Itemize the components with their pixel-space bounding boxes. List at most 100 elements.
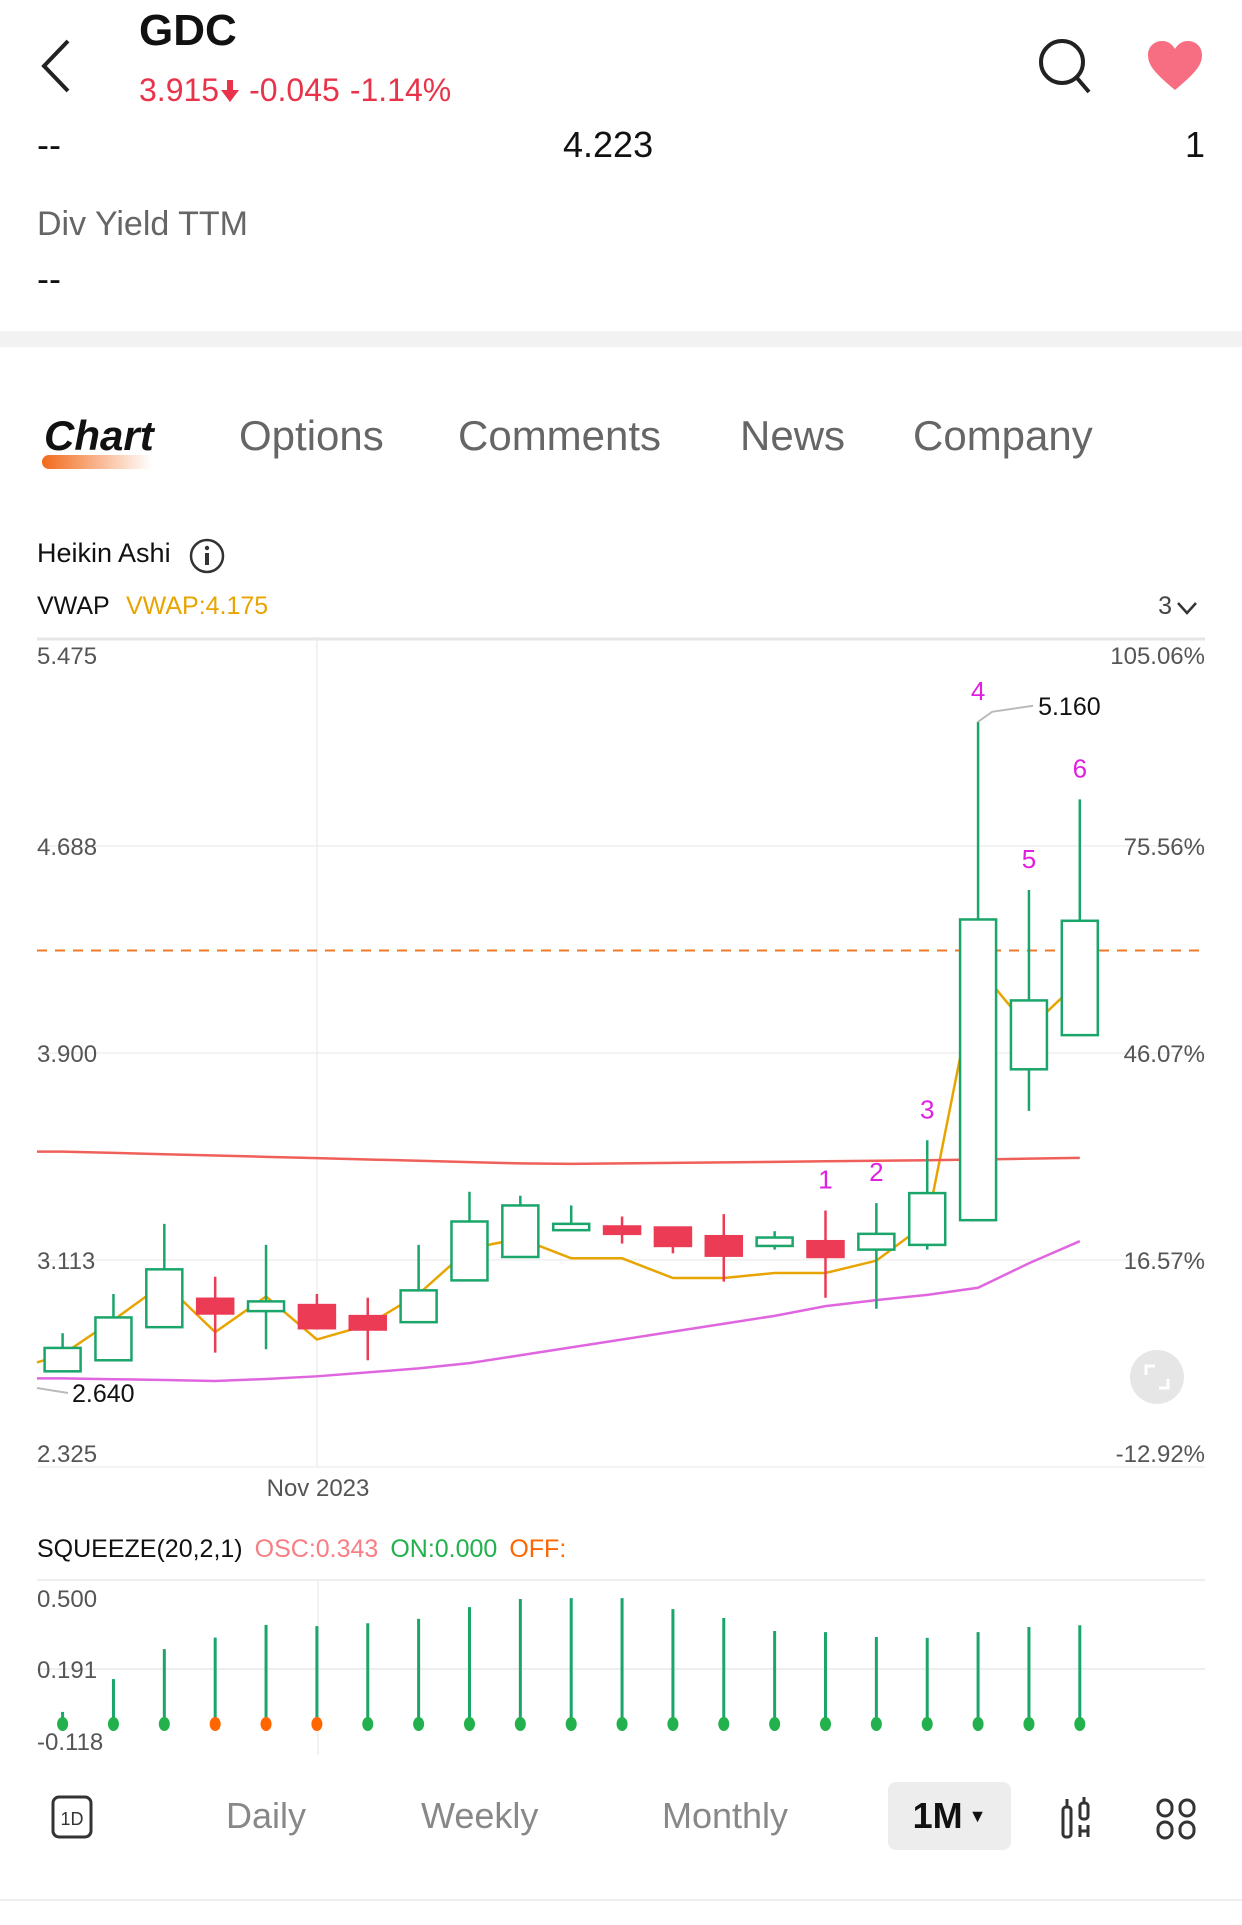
down-arrow-icon	[221, 79, 240, 102]
y-tick-label: 0.191	[37, 1657, 97, 1684]
candle-body	[551, 1222, 591, 1232]
tab-options[interactable]: Options	[239, 412, 384, 460]
candle-body	[94, 1316, 133, 1362]
caret-down-icon: ▼	[968, 1805, 987, 1826]
squeeze-dot	[718, 1717, 730, 1731]
squeeze-dot	[514, 1717, 526, 1731]
vwap-value: VWAP:4.175	[126, 592, 269, 620]
tab-comments[interactable]: Comments	[458, 412, 661, 460]
high-leader-line	[977, 704, 1034, 723]
candle-body	[195, 1297, 235, 1315]
signal-number-label: 2	[869, 1157, 883, 1187]
squeeze-chart[interactable]: 0.500 0.191 -0.118	[0, 1570, 1242, 1770]
moving-average-line	[37, 1150, 1080, 1166]
squeeze-title: SQUEEZE(20,2,1)	[37, 1535, 243, 1563]
squeeze-dot	[1074, 1717, 1086, 1731]
last-price: 3.915	[139, 72, 220, 108]
squeeze-dot	[158, 1717, 170, 1731]
ticker-symbol: GDC	[139, 6, 237, 55]
squeeze-bar	[1074, 1625, 1086, 1731]
signal-number-label: 6	[1073, 753, 1087, 783]
tab-chart[interactable]: Chart	[44, 412, 154, 460]
div-yield-label: Div Yield TTM	[37, 205, 248, 243]
candle-body	[704, 1234, 744, 1257]
candle	[450, 1191, 489, 1282]
candle	[653, 1226, 693, 1254]
squeeze-bar	[667, 1609, 679, 1731]
candle-body	[958, 918, 998, 1222]
low-leader-line	[36, 1387, 69, 1394]
price-chart[interactable]: 5.475 4.688 3.900 3.113 2.325 105.06% 75…	[0, 620, 1242, 1500]
squeeze-dot	[820, 1717, 831, 1731]
squeeze-bar	[972, 1632, 984, 1731]
grid-icon[interactable]	[1155, 1797, 1197, 1841]
svg-text:1D: 1D	[60, 1809, 83, 1829]
fullscreen-button[interactable]	[1130, 1350, 1184, 1404]
back-chevron-icon[interactable]	[36, 38, 76, 94]
squeeze-header[interactable]: SQUEEZE(20,2,1) OSC:0.343 ON:0.000 OFF:	[37, 1535, 566, 1564]
y-tick-label-right: 75.56%	[1124, 834, 1205, 861]
chevron-down-icon[interactable]	[1176, 600, 1198, 616]
tab-news[interactable]: News	[740, 412, 845, 460]
price-change-pct: -1.14%	[349, 72, 452, 108]
stat-left: --	[37, 124, 61, 165]
squeeze-bar	[565, 1598, 577, 1731]
x-tick-label: Nov 2023	[267, 1475, 370, 1500]
candle-body	[602, 1225, 642, 1236]
squeeze-dot	[972, 1717, 984, 1731]
signal-number-label: 1	[818, 1164, 832, 1194]
candle	[806, 1210, 845, 1298]
y-tick-label: 2.325	[37, 1441, 97, 1468]
candle	[501, 1195, 540, 1259]
squeeze-bar	[870, 1637, 882, 1731]
candle-body	[246, 1300, 286, 1313]
squeeze-osc: OSC:0.343	[254, 1535, 379, 1563]
squeeze-bar	[209, 1637, 221, 1731]
signal-number-label: 4	[971, 676, 985, 706]
stat-right: 1	[1184, 124, 1205, 165]
indicator-icon[interactable]	[1060, 1795, 1094, 1843]
y-tick-label: 3.900	[37, 1041, 97, 1068]
timeframe-dropdown[interactable]: 1M ▼	[888, 1782, 1011, 1850]
indicator-count[interactable]: 3	[1158, 592, 1172, 621]
y-tick-label-right: -12.92%	[1116, 1441, 1205, 1468]
candle	[755, 1231, 794, 1250]
candle	[1009, 890, 1049, 1111]
chart-type-label[interactable]: Heikin Ashi	[37, 538, 171, 569]
candle-body	[501, 1204, 540, 1259]
y-tick-label-right: 105.06%	[1110, 643, 1205, 670]
heart-icon[interactable]	[1146, 40, 1204, 92]
squeeze-on: ON:0.000	[390, 1535, 498, 1563]
signal-number-label: 5	[1022, 844, 1036, 874]
y-tick-label: 3.113	[37, 1248, 95, 1275]
candle	[297, 1294, 337, 1330]
candle	[145, 1223, 184, 1329]
candle-body	[907, 1191, 947, 1247]
indicator-name[interactable]: VWAP	[37, 592, 110, 621]
weekly-button[interactable]: Weekly	[421, 1795, 538, 1837]
monthly-button[interactable]: Monthly	[662, 1795, 788, 1837]
candle-body	[1009, 999, 1049, 1071]
squeeze-dot	[311, 1717, 323, 1731]
y-tick-label: 5.475	[37, 643, 97, 670]
candle	[348, 1297, 388, 1361]
squeeze-off: OFF:	[509, 1535, 567, 1563]
div-yield-value: --	[37, 258, 61, 299]
search-icon[interactable]	[1036, 36, 1096, 96]
candle-body	[857, 1232, 896, 1251]
squeeze-dot	[565, 1717, 577, 1731]
bottom-divider	[0, 1899, 1242, 1901]
tab-company[interactable]: Company	[913, 412, 1093, 460]
info-icon[interactable]	[189, 538, 225, 574]
signal-number-label: 3	[920, 1094, 934, 1124]
daily-button[interactable]: Daily	[226, 1795, 306, 1837]
candle	[602, 1216, 642, 1244]
squeeze-dot	[413, 1717, 425, 1731]
squeeze-bar	[362, 1623, 374, 1731]
squeeze-bar	[260, 1624, 272, 1731]
high-price-label: 5.160	[1038, 693, 1101, 721]
squeeze-bar	[769, 1630, 781, 1731]
1d-icon[interactable]: 1D	[51, 1795, 93, 1839]
y-tick-label-right: 16.57%	[1124, 1248, 1205, 1275]
squeeze-bar	[158, 1649, 170, 1731]
